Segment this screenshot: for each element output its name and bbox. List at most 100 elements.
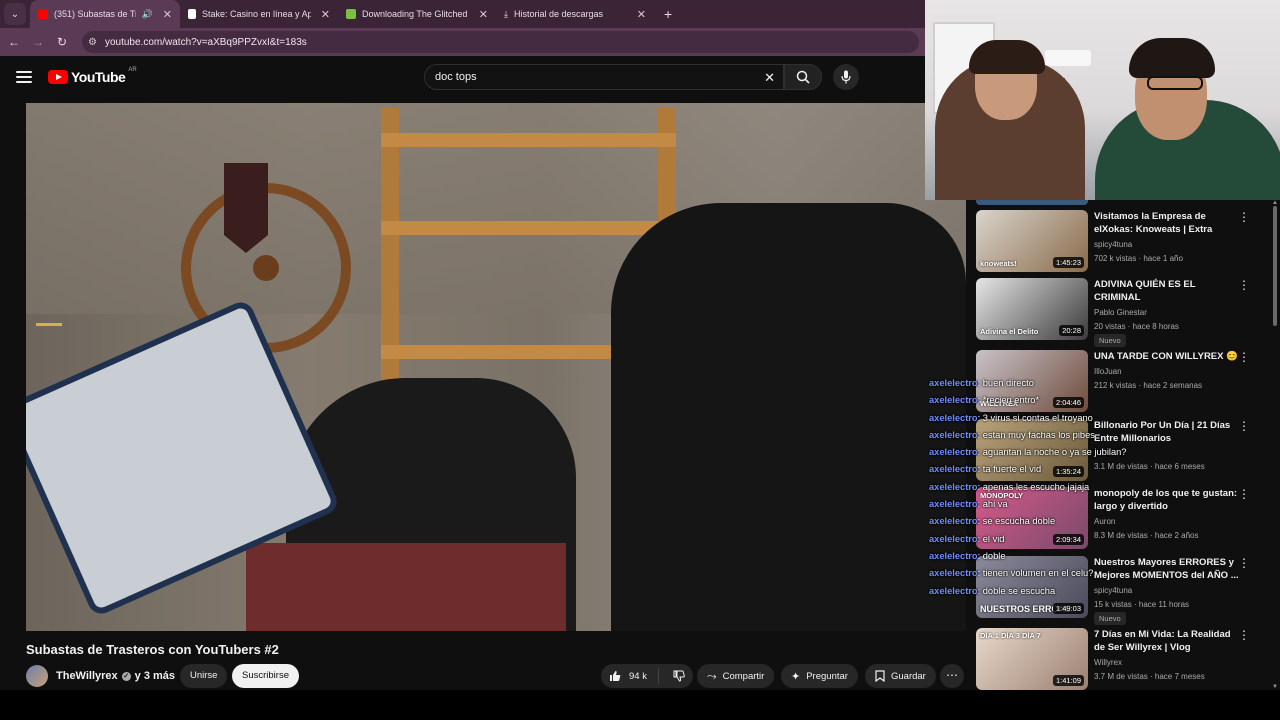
thumbnail-caption: Adivina el Delito (980, 327, 1039, 336)
more-vert-icon[interactable]: ⋮ (1238, 556, 1250, 570)
sidebar-scrollbar[interactable]: ▲ ▼ (1272, 200, 1278, 690)
more-vert-icon[interactable]: ⋮ (1238, 419, 1250, 433)
chat-message: axelelectro: doble (929, 548, 1129, 565)
tab-title: Historial de descargas (513, 9, 604, 19)
video-meta: 20 vistas · hace 8 horas (1094, 322, 1179, 331)
clear-search-icon[interactable]: ✕ (764, 70, 775, 86)
url-field[interactable]: ⚙ youtube.com/watch?v=aXBq9PPZvxI&t=183s (82, 31, 919, 53)
thumbnail[interactable]: knoweats! 1:45:23 (976, 210, 1088, 272)
tab-download[interactable]: Downloading The Glitched Attr ✕ (338, 0, 496, 28)
chat-username: axelelectro (929, 533, 978, 544)
chat-text: : estan muy fachas los pibes (977, 429, 1095, 440)
video-player[interactable] (26, 103, 966, 631)
more-vert-icon[interactable]: ⋮ (1238, 628, 1250, 642)
channel-name[interactable]: TheWillyrex (56, 670, 118, 682)
download-icon: ⤓ (504, 8, 508, 19)
share-button[interactable]: ⤳ Compartir (697, 664, 775, 688)
chat-text: : doble se escucha (977, 585, 1056, 596)
menu-icon[interactable] (16, 71, 32, 83)
youtube-header: YouTube AR doc tops ✕ (0, 56, 925, 103)
close-icon[interactable]: ✕ (163, 8, 172, 21)
chat-username: axelelectro (929, 585, 978, 596)
channel-name[interactable]: Willyrex (1094, 658, 1122, 667)
channel-name[interactable]: Pablo Ginestar (1094, 308, 1147, 317)
channel-name[interactable]: spicy4tuna (1094, 240, 1132, 249)
youtube-logo[interactable]: YouTube AR (48, 67, 137, 85)
chat-username: axelelectro (929, 516, 978, 527)
chat-message: axelelectro: estan muy fachas los pibes (929, 427, 1129, 444)
tab-title: (351) Subastas de Trasteros (54, 9, 136, 19)
collaborators-label[interactable]: y 3 más (135, 670, 175, 682)
tab-youtube[interactable]: (351) Subastas de Trasteros 🔊 ✕ (30, 0, 180, 28)
site-info-icon[interactable]: ⚙ (88, 37, 97, 48)
new-tab-button[interactable]: + (664, 6, 672, 22)
ask-button[interactable]: ✦ Preguntar (781, 664, 858, 688)
more-vert-icon[interactable]: ⋮ (1238, 487, 1250, 501)
chat-message: axelelectro: buen directo (929, 375, 1129, 392)
channel-owner: TheWillyrex ✓ y 3 más (26, 663, 175, 689)
more-vert-icon[interactable]: ⋮ (1238, 210, 1250, 224)
close-icon[interactable]: ✕ (637, 8, 646, 21)
ask-label: Preguntar (806, 670, 848, 682)
chat-message: axelelectro: el vid (929, 531, 1129, 548)
chat-text: : ta fuerte el vid (977, 464, 1042, 475)
chat-text: : 3 virus si contas el troyano (977, 412, 1093, 423)
tab-title: Stake: Casino en línea y Apuest (202, 9, 311, 19)
like-button[interactable]: 94 k (601, 668, 659, 684)
thumbnail-caption: knoweats! (980, 259, 1017, 268)
stake-favicon-icon (188, 9, 196, 19)
chat-message: axelelectro: ta fuerte el vid (929, 461, 1129, 478)
video-title[interactable]: ADIVINA QUIÉN ES EL CRIMINAL (1094, 278, 1240, 304)
close-icon[interactable]: ✕ (479, 8, 488, 21)
webcam-scene (969, 40, 1045, 74)
chat-username: axelelectro (929, 464, 978, 475)
tab-history[interactable]: ⤓ Historial de descargas ✕ (496, 0, 654, 28)
chat-text: : se escucha doble (977, 516, 1056, 527)
youtube-play-icon (48, 70, 68, 84)
logo-text: YouTube (71, 69, 126, 85)
share-icon: ⤳ (707, 668, 717, 683)
video-title[interactable]: UNA TARDE CON WILLYREX 😊 (1094, 350, 1240, 363)
search-button[interactable] (784, 64, 822, 90)
search-icon (796, 70, 810, 84)
channel-link[interactable]: TheWillyrex ✓ y 3 más (56, 670, 175, 682)
more-actions-button[interactable]: ⋯ (940, 664, 964, 688)
avatar[interactable] (26, 665, 48, 687)
chat-text: : *recien entro* (977, 395, 1040, 406)
close-icon[interactable]: ✕ (321, 8, 330, 21)
speaker-icon[interactable]: 🔊 (142, 9, 153, 20)
back-arrow-icon[interactable]: ← (4, 35, 24, 49)
join-button[interactable]: Unirse (180, 664, 228, 688)
thumbnail[interactable]: Adivina el Delito 20:28 (976, 278, 1088, 340)
scrollbar-thumb[interactable] (1273, 206, 1277, 326)
video-title[interactable]: Visitamos la Empresa de elXokas: Knoweat… (1094, 210, 1240, 236)
more-vert-icon[interactable]: ⋮ (1238, 278, 1250, 292)
new-badge: Nuevo (1094, 334, 1126, 347)
chat-message: axelelectro: doble se escucha (929, 583, 1129, 600)
video-scene (381, 133, 676, 147)
tab-stake[interactable]: Stake: Casino en línea y Apuest ✕ (180, 0, 338, 28)
chat-message: axelelectro: ahi va (929, 496, 1129, 513)
video-scene (381, 221, 676, 235)
share-label: Compartir (722, 670, 765, 682)
duration: 1:45:23 (1052, 257, 1084, 268)
reload-icon[interactable]: ↻ (52, 35, 72, 49)
like-count: 94 k (629, 670, 647, 682)
forward-arrow-icon[interactable]: → (28, 35, 48, 49)
more-vert-icon[interactable]: ⋮ (1238, 350, 1250, 364)
browser-tab-strip: ⌄ (351) Subastas de Trasteros 🔊 ✕ Stake:… (0, 0, 925, 28)
chat-username: axelelectro (929, 412, 978, 423)
webcam-scene (1147, 76, 1203, 90)
tab-search-button[interactable]: ⌄ (4, 3, 26, 25)
voice-search-button[interactable] (833, 64, 859, 90)
video-title[interactable]: 7 Días en Mi Vida: La Realidad de Ser Wi… (1094, 628, 1240, 654)
duration: 20:28 (1059, 325, 1084, 336)
save-button[interactable]: Guardar (865, 664, 936, 688)
dislike-button[interactable] (665, 670, 685, 682)
thumbnail[interactable]: DÍA 1 DÍA 3 DÍA 7 1:41:09 (976, 628, 1088, 690)
thumbnail[interactable] (976, 200, 1088, 205)
subscribe-button[interactable]: Suscribirse (232, 664, 299, 688)
search-input[interactable]: doc tops ✕ (424, 64, 784, 90)
chat-message: axelelectro: apenas les escucho jajaja (929, 479, 1129, 496)
url-text: youtube.com/watch?v=aXBq9PPZvxI&t=183s (104, 36, 307, 48)
